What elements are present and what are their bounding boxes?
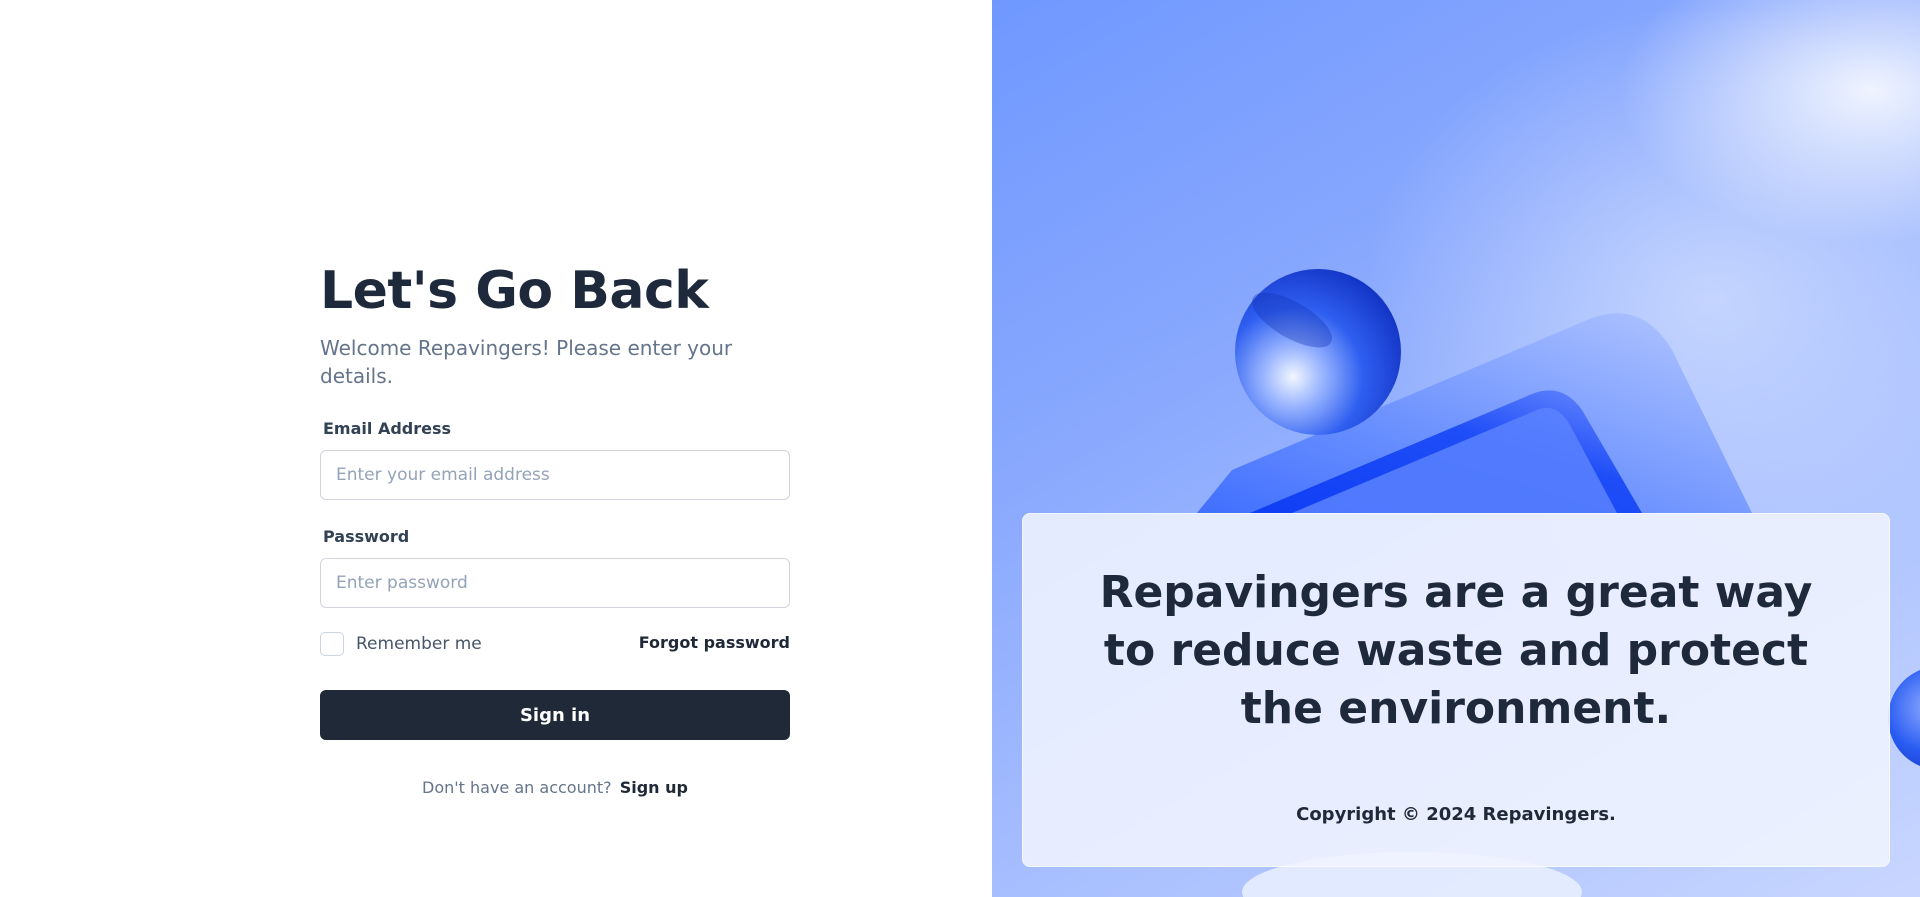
sign-up-link[interactable]: Sign up — [620, 778, 688, 797]
login-form: Let's Go Back Welcome Repavingers! Pleas… — [320, 258, 790, 797]
side-sphere-shape — [1888, 670, 1920, 766]
page-title: Let's Go Back — [320, 261, 709, 321]
login-panel: Let's Go Back Welcome Repavingers! Pleas… — [0, 0, 992, 897]
remember-me-checkbox[interactable] — [320, 632, 344, 656]
sign-in-button[interactable]: Sign in — [320, 690, 790, 740]
hero-quote: Repavingers are a great way to reduce wa… — [1099, 567, 1813, 734]
email-field[interactable] — [320, 450, 790, 500]
password-label: Password — [323, 527, 410, 546]
login-page: Let's Go Back Welcome Repavingers! Pleas… — [0, 0, 1920, 897]
page-subtitle: Welcome Repavingers! Please enter your d… — [320, 336, 733, 388]
password-field[interactable] — [320, 558, 790, 608]
copyright-text: Copyright © 2024 Repavingers. — [1296, 804, 1616, 825]
hero-panel: Repavingers are a great way to reduce wa… — [992, 0, 1920, 897]
remember-me-label[interactable]: Remember me — [356, 634, 482, 654]
signup-prompt: Don't have an account? — [422, 778, 612, 797]
remember-me: Remember me — [320, 632, 482, 656]
form-options: Remember me Forgot password — [320, 632, 790, 658]
email-label: Email Address — [323, 419, 452, 438]
forgot-password-link[interactable]: Forgot password — [639, 633, 790, 652]
signup-row: Don't have an account? Sign up — [320, 778, 790, 797]
quote-card: Repavingers are a great way to reduce wa… — [1022, 513, 1890, 867]
